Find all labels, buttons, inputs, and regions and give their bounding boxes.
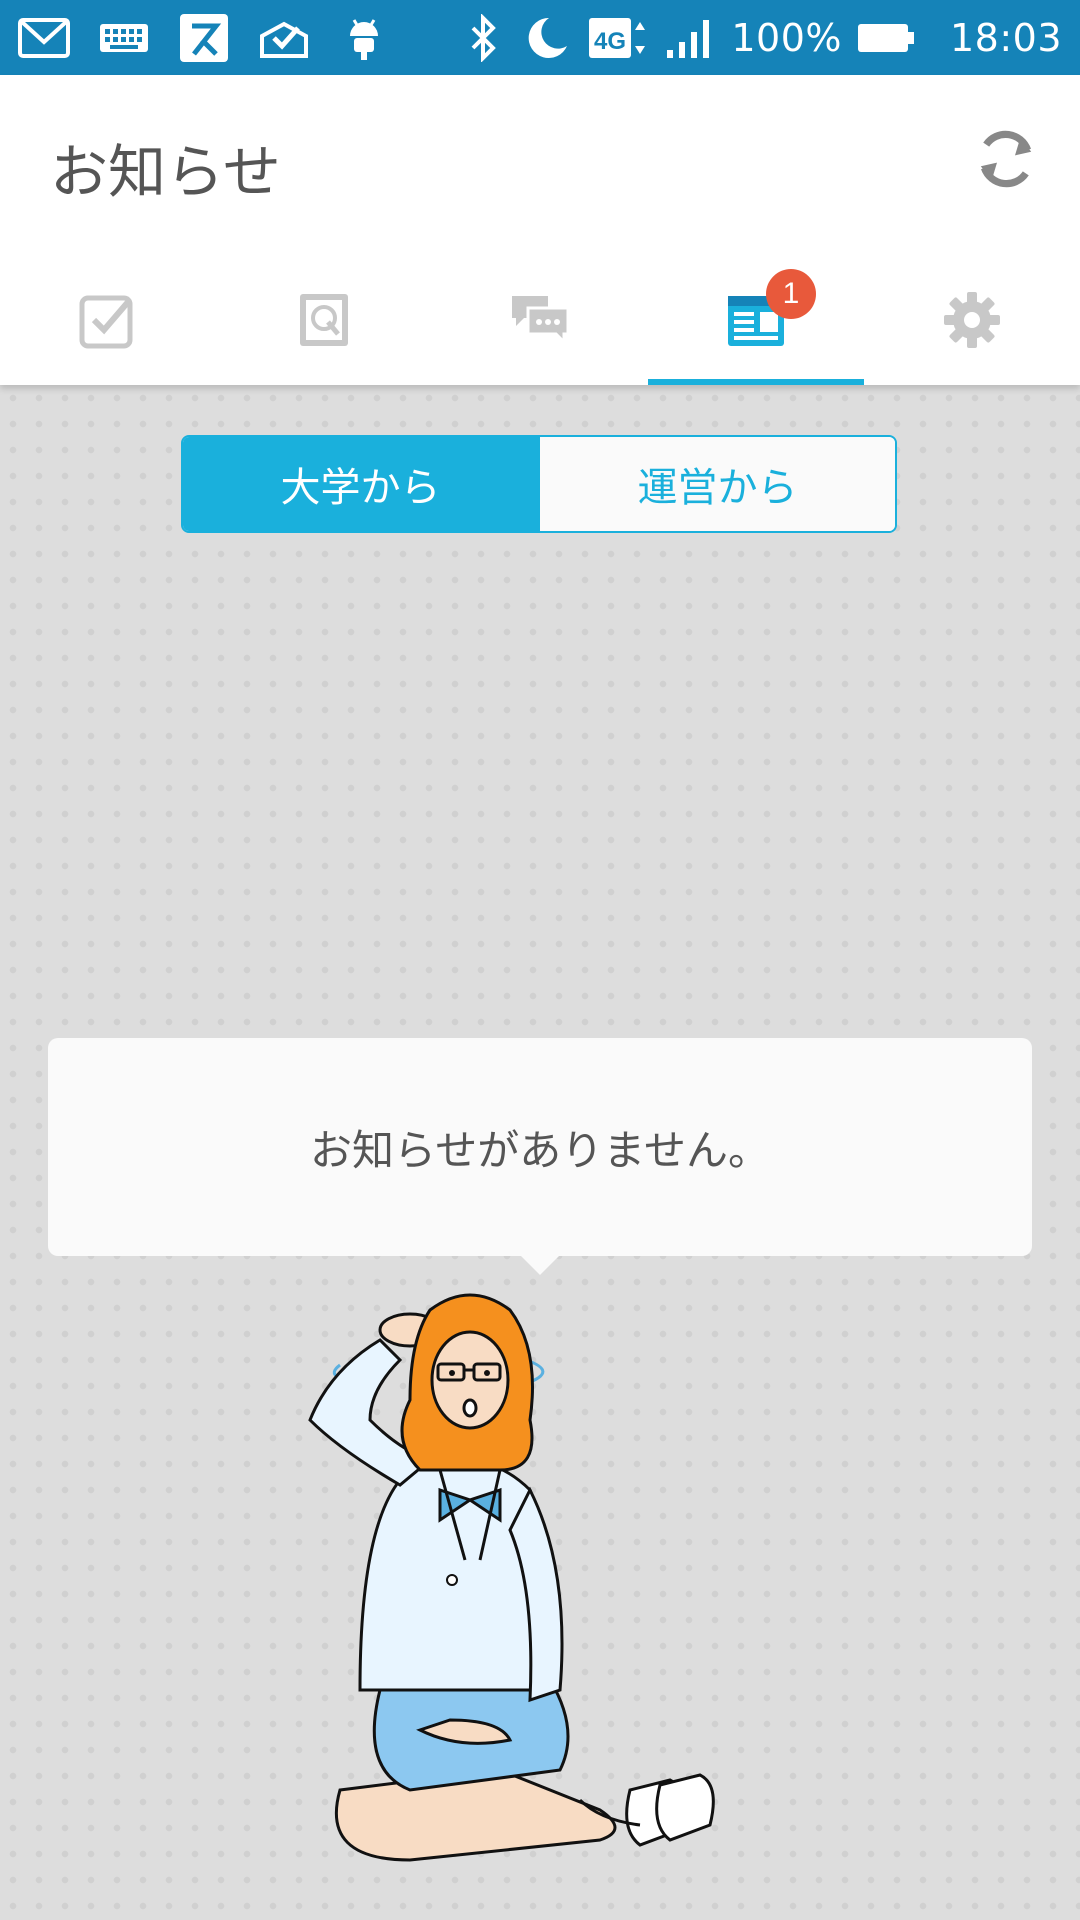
- battery-icon: [857, 22, 916, 54]
- android-icon: [338, 14, 390, 62]
- refresh-icon: [980, 130, 1032, 188]
- tab-notebook[interactable]: [216, 255, 432, 385]
- bluetooth-icon: [463, 13, 503, 62]
- empty-message-bubble: お知らせがありません。: [48, 1038, 1032, 1256]
- app-su-icon: [178, 13, 230, 62]
- checkbox-icon: [79, 295, 133, 349]
- tab-tasks[interactable]: [0, 255, 216, 385]
- kneeling-woman-illustration: [308, 1293, 715, 1862]
- tab-bar: 1: [0, 255, 1080, 385]
- status-bar: 4G 100% 18:03: [0, 0, 1080, 75]
- refresh-button[interactable]: [966, 119, 1046, 199]
- app-bar: お知らせ 1: [0, 75, 1080, 385]
- notebook-icon: [300, 294, 348, 346]
- chat-icon: [512, 296, 570, 346]
- content-area: 大学から 運営から お知らせがありません。: [0, 385, 1080, 1920]
- network-4g-icon: 4G: [587, 14, 647, 62]
- page-title: お知らせ: [50, 138, 281, 206]
- moon-icon: [519, 14, 571, 62]
- empty-message: お知らせがありません。: [310, 1125, 770, 1175]
- task-check-icon: [258, 14, 310, 62]
- source-segmented-control: 大学から 運営から: [181, 435, 897, 533]
- battery-percent: 100%: [731, 15, 842, 60]
- tab-news[interactable]: 1: [648, 255, 864, 385]
- segment-operator-button[interactable]: 運営から: [538, 437, 895, 531]
- notification-badge: 1: [766, 269, 816, 319]
- clock: 18:03: [949, 15, 1062, 60]
- gear-icon: [944, 292, 1000, 348]
- tab-settings[interactable]: [864, 255, 1080, 385]
- gmail-icon: [18, 14, 70, 62]
- tab-messages[interactable]: [432, 255, 648, 385]
- svg-text:4G: 4G: [594, 28, 626, 55]
- signal-icon: [663, 14, 715, 62]
- segment-university-button[interactable]: 大学から: [183, 437, 538, 531]
- keyboard-icon: [98, 14, 150, 62]
